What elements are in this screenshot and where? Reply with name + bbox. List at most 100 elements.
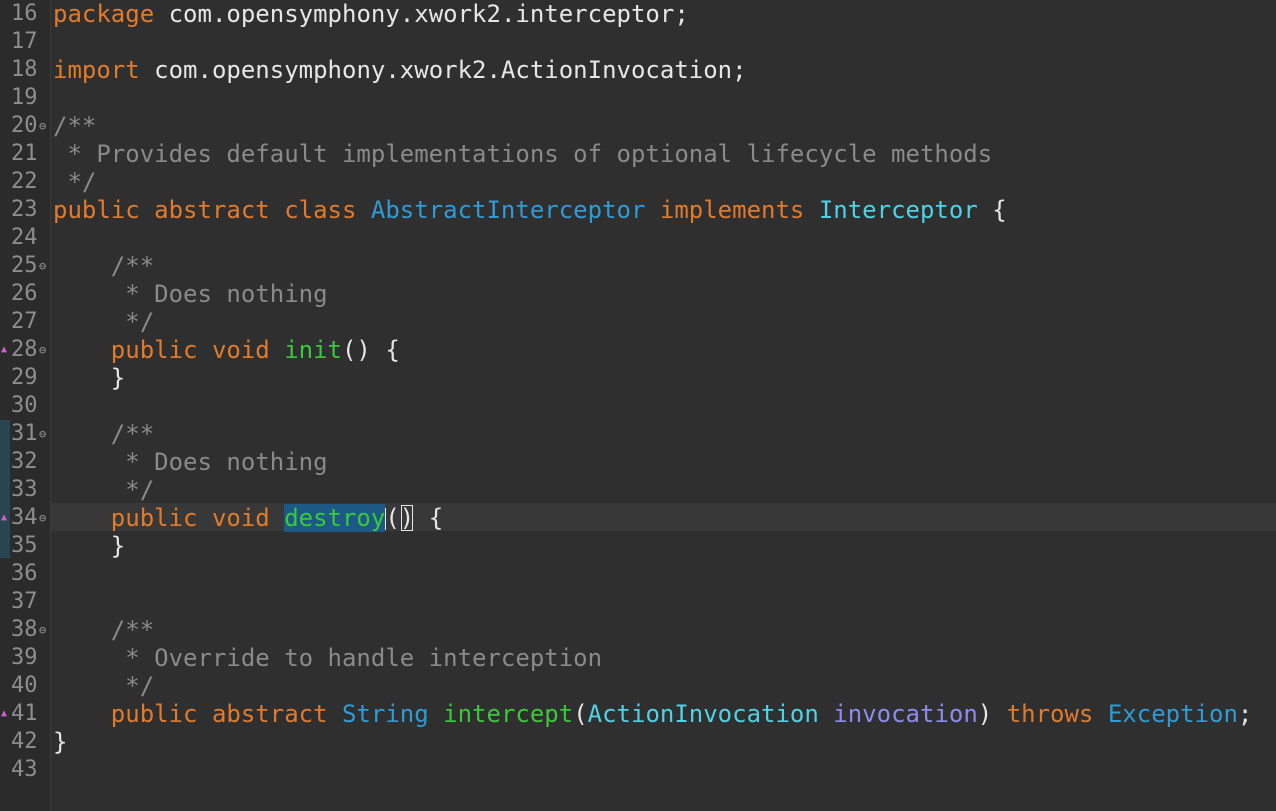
- code-token: Interceptor: [818, 196, 978, 224]
- code-token: ActionInvocation: [587, 700, 819, 728]
- code-token: ): [977, 700, 1007, 728]
- line-number: 38: [11, 617, 38, 642]
- fold-toggle-icon[interactable]: ⊖: [39, 616, 46, 644]
- override-marker-icon[interactable]: ▲: [1, 504, 7, 532]
- code-text[interactable]: /**: [53, 420, 154, 448]
- code-text[interactable]: }: [53, 364, 125, 392]
- fold-toggle-icon[interactable]: ⊖: [39, 112, 46, 140]
- code-text[interactable]: public void init() {: [53, 336, 400, 364]
- fold-toggle-icon[interactable]: ⊖: [39, 504, 46, 532]
- code-token: AbstractInterceptor: [370, 196, 646, 224]
- line-number: 22: [11, 169, 38, 194]
- fold-toggle-icon[interactable]: ⊖: [39, 336, 46, 364]
- fold-toggle-icon[interactable]: ⊖: [39, 420, 46, 448]
- code-token: /**: [53, 112, 97, 140]
- line-number: 32: [11, 449, 38, 474]
- code-text[interactable]: * Does nothing: [53, 448, 328, 476]
- line-number: 40: [11, 673, 38, 698]
- code-editor[interactable]: 16 package com.opensymphony.xwork2.interc…: [0, 0, 1276, 811]
- code-token: */: [53, 476, 155, 504]
- code-text[interactable]: /**: [53, 252, 154, 280]
- code-text[interactable]: * Does nothing: [53, 280, 328, 308]
- code-token: init: [284, 336, 342, 364]
- code-token: /**: [53, 252, 155, 280]
- code-token: /**: [53, 420, 155, 448]
- code-text[interactable]: /**: [53, 616, 154, 644]
- line-number: 43: [11, 757, 38, 782]
- code-text[interactable]: /**: [53, 112, 96, 140]
- code-text[interactable]: import com.opensymphony.xwork2.ActionInv…: [53, 56, 747, 84]
- code-token: /**: [53, 616, 155, 644]
- code-token: import: [53, 56, 140, 84]
- code-text[interactable]: */: [53, 672, 154, 700]
- code-token: package: [53, 0, 155, 28]
- line-number: 39: [11, 645, 38, 670]
- code-token: */: [53, 168, 97, 196]
- line-number: 31: [11, 421, 38, 446]
- code-token: }: [53, 728, 68, 756]
- code-token: * Does nothing: [53, 448, 328, 476]
- line-number: 17: [11, 29, 38, 54]
- override-marker-icon[interactable]: ▲: [1, 336, 7, 364]
- code-token: }: [53, 364, 126, 392]
- line-number: 29: [11, 365, 38, 390]
- line-number: 20: [11, 113, 38, 138]
- code-token: (: [573, 700, 588, 728]
- code-token: {: [977, 196, 1007, 224]
- code-text[interactable]: public abstract class AbstractIntercepto…: [53, 196, 1007, 224]
- line-number: 21: [11, 141, 38, 166]
- code-token: {: [414, 504, 444, 532]
- code-text[interactable]: public abstract String intercept(ActionI…: [53, 700, 1253, 728]
- code-text[interactable]: }: [53, 728, 67, 756]
- line-number: 33: [11, 477, 38, 502]
- code-token: * Does nothing: [53, 280, 328, 308]
- line-number: 36: [11, 561, 38, 586]
- code-token: public void: [53, 504, 285, 532]
- line-number: 37: [11, 589, 38, 614]
- code-token: ): [399, 504, 415, 532]
- code-token: ;: [1237, 700, 1253, 728]
- code-token: * Override to handle interception: [53, 644, 603, 672]
- change-indicator-bar: [0, 420, 10, 558]
- line-number: 41: [11, 701, 38, 726]
- code-token: public abstract: [53, 700, 342, 728]
- line-number: 16: [11, 1, 38, 26]
- code-token: Exception: [1107, 700, 1238, 728]
- line-number: 28: [11, 337, 38, 362]
- line-number: 42: [11, 729, 38, 754]
- code-text[interactable]: public void destroy() {: [53, 504, 443, 532]
- code-token: }: [53, 532, 126, 560]
- line-number: 34: [11, 505, 38, 530]
- code-token: () {: [341, 336, 400, 364]
- code-token: */: [53, 308, 155, 336]
- code-token: */: [53, 672, 155, 700]
- code-text[interactable]: */: [53, 308, 154, 336]
- line-number: 23: [11, 197, 38, 222]
- line-number: 27: [11, 309, 38, 334]
- code-token: * Provides default implementations of op…: [53, 140, 993, 168]
- code-token: invocation: [833, 700, 978, 728]
- code-token: public void: [53, 336, 285, 364]
- code-token: public abstract class: [53, 196, 371, 224]
- line-number: 18: [11, 57, 38, 82]
- code-text[interactable]: package com.opensymphony.xwork2.intercep…: [53, 0, 689, 28]
- code-text[interactable]: * Override to handle interception: [53, 644, 602, 672]
- code-token: throws: [1006, 700, 1094, 728]
- code-text[interactable]: }: [53, 532, 125, 560]
- line-number: 24: [11, 225, 38, 250]
- code-text[interactable]: */: [53, 168, 96, 196]
- code-text[interactable]: */: [53, 476, 154, 504]
- line-number: 25: [11, 253, 38, 278]
- code-text[interactable]: * Provides default implementations of op…: [53, 140, 992, 168]
- code-token: intercept: [443, 700, 574, 728]
- code-token: com.opensymphony.xwork2.ActionInvocation…: [139, 56, 747, 84]
- line-number: 30: [11, 393, 38, 418]
- code-token: implements: [645, 196, 819, 224]
- code-token: destroy: [284, 504, 386, 532]
- override-marker-icon[interactable]: ▲: [1, 700, 7, 728]
- fold-toggle-icon[interactable]: ⊖: [39, 252, 46, 280]
- code-token: com.opensymphony.xwork2.interceptor;: [154, 0, 689, 28]
